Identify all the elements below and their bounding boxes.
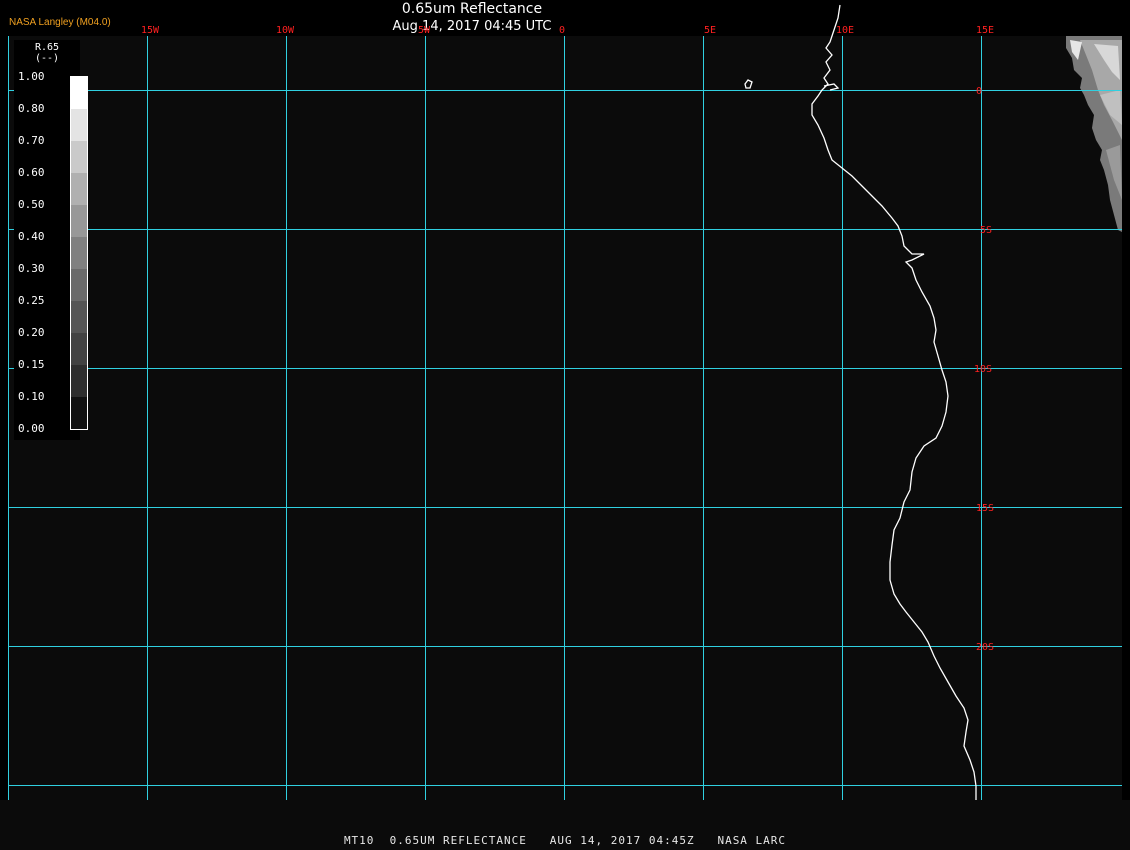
lon-label: 10E (836, 25, 854, 36)
legend-units: (--) (34, 53, 60, 64)
lon-label: 10W (276, 25, 295, 36)
lat-label: 15S (976, 503, 994, 514)
legend-tick: 0.40 (18, 230, 45, 243)
legend-tick: 0.10 (18, 390, 45, 403)
lon-label: 15E (976, 25, 994, 36)
lon-label: 5W (418, 25, 431, 36)
cloud-patch (1066, 36, 1122, 232)
legend-tick: 0.60 (18, 166, 45, 179)
latitude-labels: 0 5S 10S 15S 20S (974, 86, 994, 653)
graticule (8, 36, 1122, 800)
coastline (744, 4, 977, 800)
legend-title: R.65 (--) (14, 42, 80, 64)
legend-tick: 0.20 (18, 326, 45, 339)
lon-label: 0 (559, 25, 565, 36)
lon-label: 15W (141, 25, 160, 36)
legend-color-bar (70, 76, 88, 430)
color-legend: R.65 (--) 1.00 0.80 0.70 0.60 0.50 0.40 … (14, 40, 88, 440)
legend-tick: 0.00 (18, 422, 45, 435)
lat-label: 10S (974, 364, 992, 375)
lat-label: 20S (976, 642, 994, 653)
legend-tick: 1.00 (18, 70, 45, 83)
lon-label: 5E (704, 25, 716, 36)
legend-tick: 0.25 (18, 294, 45, 307)
longitude-labels: 15W 10W 5W 0 5E 10E 15E (141, 25, 994, 36)
lat-label: 0 (976, 86, 982, 97)
legend-tick: 0.50 (18, 198, 45, 211)
footer-caption: MT10 0.65UM REFLECTANCE AUG 14, 2017 04:… (343, 834, 787, 847)
legend-tick: 0.15 (18, 358, 45, 371)
map-grid: 15W 10W 5W 0 5E 10E 15E 0 5S 10S 15S 20S (8, 4, 1122, 800)
legend-variable: R.65 (34, 42, 60, 53)
legend-tick: 0.80 (18, 102, 45, 115)
lat-label: 5S (980, 225, 992, 236)
legend-tick: 0.30 (18, 262, 45, 275)
legend-tick: 0.70 (18, 134, 45, 147)
